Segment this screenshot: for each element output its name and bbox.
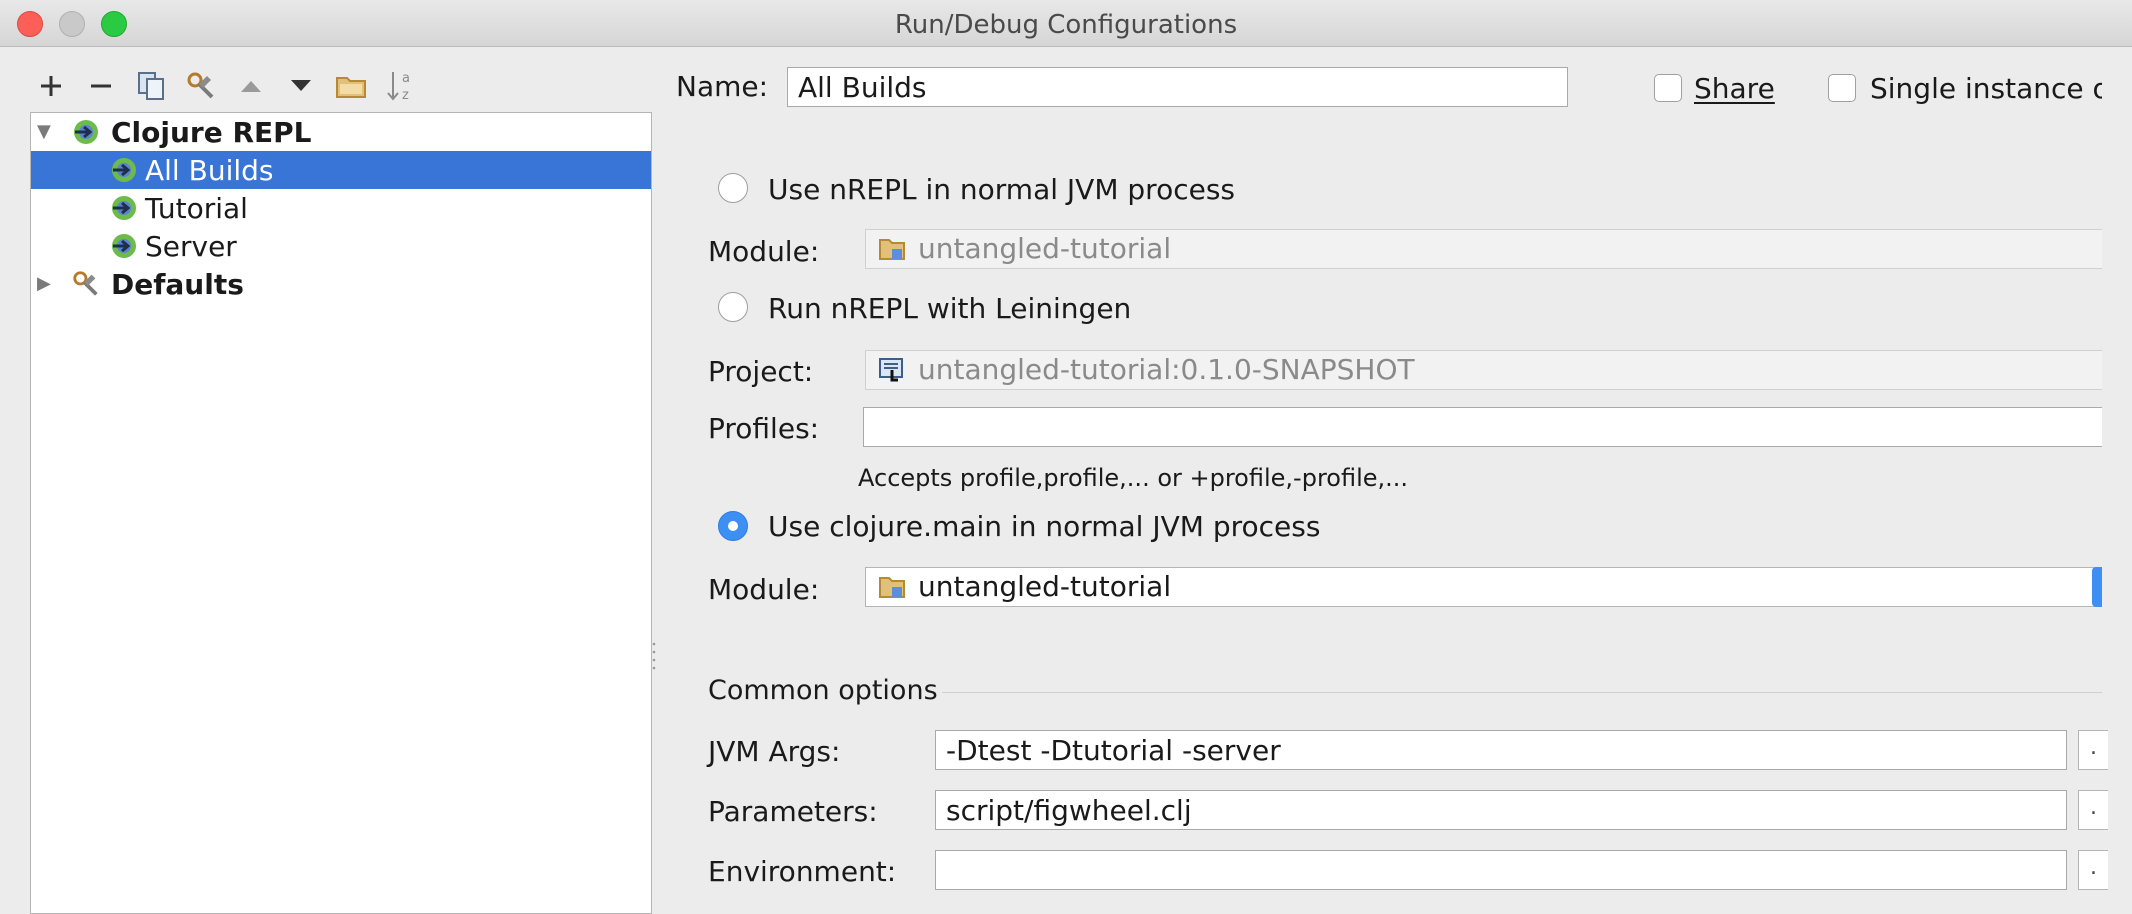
environment-label: Environment: — [708, 855, 897, 888]
common-options-heading: Common options — [708, 675, 938, 706]
plus-icon — [41, 76, 61, 96]
profiles-label: Profiles: — [708, 412, 820, 445]
module-combo[interactable]: untangled-tutorial — [865, 567, 2102, 607]
sort-alpha-icon: a z — [387, 71, 410, 103]
copy-icon — [138, 72, 164, 100]
parameters-expand-button[interactable]: . — [2078, 790, 2108, 830]
tree-group-clojure-repl[interactable]: ▼ Clojure REPL — [31, 113, 651, 151]
module-label: Module: — [708, 573, 820, 606]
nrepl-leiningen-label: Run nREPL with Leiningen — [768, 292, 1132, 325]
tree-item-tutorial[interactable]: Tutorial — [31, 189, 651, 227]
profiles-hint: Accepts profile,profile,... or +profile,… — [858, 464, 1409, 492]
repl-config-icon — [112, 196, 136, 220]
run-debug-dialog: Run/Debug Configurations a z ▼ Clojure R… — [0, 0, 2132, 914]
edit-defaults-button[interactable] — [182, 66, 220, 106]
sort-button[interactable]: a z — [382, 66, 420, 106]
tree-item-server[interactable]: Server — [31, 227, 651, 265]
clojure-repl-icon — [74, 120, 98, 144]
repl-config-icon — [112, 234, 136, 258]
title-bar: Run/Debug Configurations — [0, 0, 2132, 47]
nrepl-jvm-radio[interactable] — [718, 173, 748, 203]
module-value: untangled-tutorial — [918, 570, 1172, 603]
tree-group-label: Clojure REPL — [111, 115, 312, 149]
module-folder-icon — [879, 239, 905, 260]
clojure-main-label: Use clojure.main in normal JVM process — [768, 510, 1321, 543]
share-checkbox[interactable] — [1654, 74, 1682, 102]
environment-input[interactable] — [935, 850, 2067, 890]
module-dropdown-arrow[interactable] — [2092, 567, 2102, 607]
name-label: Name: — [676, 70, 769, 103]
common-options-separator — [942, 692, 2102, 693]
expand-arrow-icon[interactable]: ▼ — [37, 121, 51, 142]
module-value: untangled-tutorial — [918, 232, 1172, 265]
name-input[interactable] — [787, 67, 1568, 107]
clojure-main-radio[interactable] — [718, 511, 748, 541]
environment-expand-button[interactable]: . — [2078, 850, 2108, 890]
parameters-input[interactable] — [935, 790, 2067, 830]
add-configuration-button[interactable] — [32, 66, 70, 106]
module-label: Module: — [708, 235, 820, 268]
project-value: untangled-tutorial:0.1.0-SNAPSHOT — [918, 353, 1415, 386]
single-instance-label: Single instance o — [1870, 72, 2102, 105]
minus-icon — [91, 84, 111, 88]
share-label: Share — [1694, 72, 1775, 105]
module-folder-icon — [879, 577, 905, 598]
move-up-button[interactable] — [232, 66, 270, 106]
tree-item-label: All Builds — [145, 153, 274, 187]
leiningen-project-icon — [879, 358, 903, 382]
remove-configuration-button[interactable] — [82, 66, 120, 106]
module-combo-disabled[interactable]: untangled-tutorial — [865, 229, 2102, 269]
nrepl-leiningen-radio[interactable] — [718, 292, 748, 322]
tree-item-label: Server — [145, 229, 237, 263]
configuration-tree[interactable]: ▼ Clojure REPL All Builds Tutorial Serve… — [30, 112, 652, 914]
tree-item-all-builds[interactable]: All Builds — [31, 151, 651, 189]
tree-item-label: Tutorial — [145, 191, 248, 225]
jvm-args-expand-button[interactable]: . — [2078, 730, 2108, 770]
arrow-up-icon — [241, 81, 261, 92]
nrepl-jvm-label: Use nREPL in normal JVM process — [768, 173, 1235, 206]
wrench-icon — [187, 72, 214, 99]
tree-group-label: Defaults — [111, 267, 244, 301]
wrench-icon — [73, 271, 98, 296]
move-down-button[interactable] — [282, 66, 320, 106]
create-folder-button[interactable] — [332, 66, 370, 106]
parameters-label: Parameters: — [708, 795, 878, 828]
folder-icon — [336, 77, 366, 98]
tree-group-defaults[interactable]: ▶ Defaults — [31, 265, 651, 303]
svg-text:z: z — [402, 88, 409, 103]
svg-text:a: a — [402, 71, 410, 86]
splitter-handle[interactable] — [651, 640, 657, 674]
arrow-down-icon — [291, 80, 311, 91]
profiles-input[interactable] — [863, 407, 2102, 447]
project-combo[interactable]: untangled-tutorial:0.1.0-SNAPSHOT — [865, 350, 2102, 390]
jvm-args-label: JVM Args: — [708, 735, 841, 768]
window-title: Run/Debug Configurations — [894, 10, 1238, 40]
jvm-args-input[interactable] — [935, 730, 2067, 770]
project-label: Project: — [708, 355, 814, 388]
single-instance-checkbox[interactable] — [1828, 74, 1856, 102]
collapse-arrow-icon[interactable]: ▶ — [37, 273, 51, 294]
repl-config-icon — [112, 158, 136, 182]
copy-configuration-button[interactable] — [132, 66, 170, 106]
